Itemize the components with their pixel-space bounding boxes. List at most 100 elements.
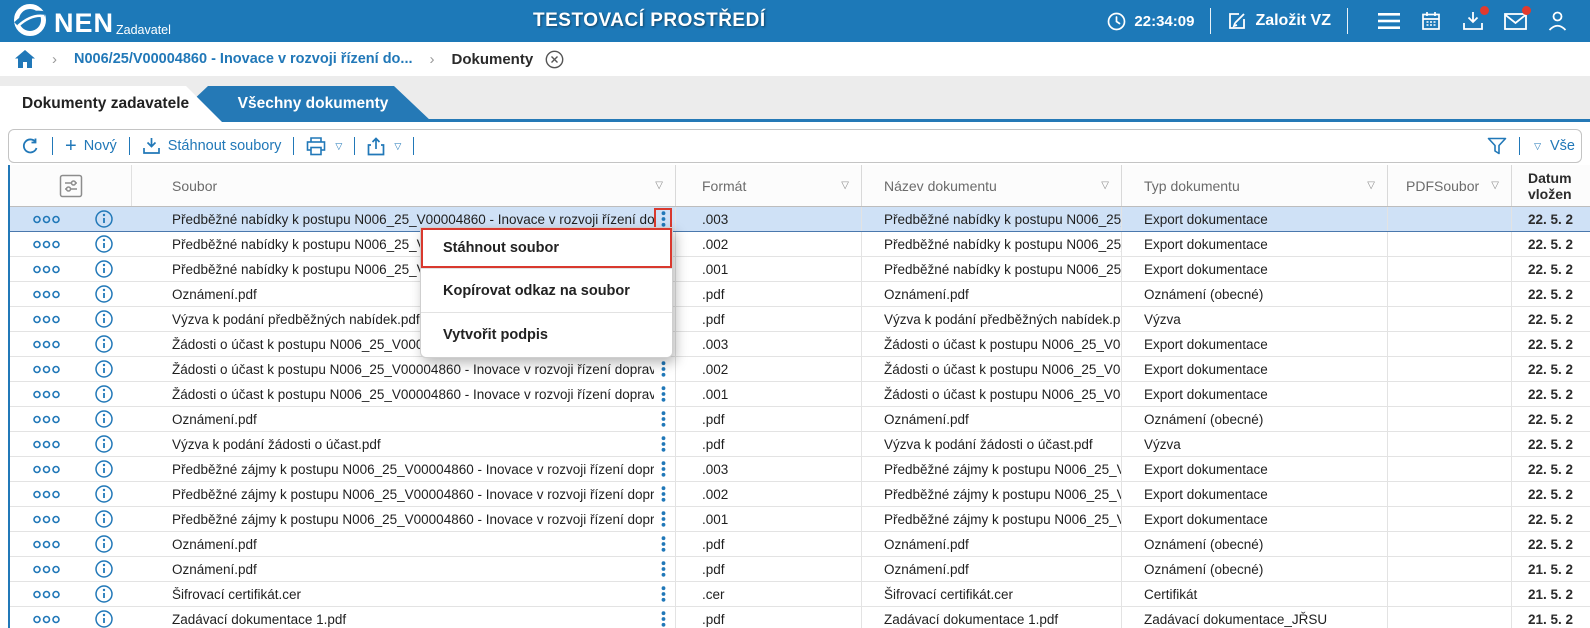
close-breadcrumb-icon[interactable] bbox=[545, 50, 564, 69]
info-icon[interactable] bbox=[95, 210, 113, 228]
info-icon[interactable] bbox=[95, 285, 113, 303]
print-button[interactable]: ▽ bbox=[306, 136, 342, 156]
new-button[interactable]: + Nový bbox=[65, 136, 117, 156]
home-icon[interactable] bbox=[15, 50, 35, 68]
info-icon[interactable] bbox=[95, 360, 113, 378]
create-vz-button[interactable]: Založit VZ bbox=[1227, 11, 1331, 31]
refresh-button[interactable] bbox=[21, 137, 40, 156]
column-filter-icon[interactable]: ▽ bbox=[1491, 180, 1499, 191]
table-row[interactable]: Žádosti o účast k postupu N006_25_V00004… bbox=[10, 357, 1590, 382]
kebab-menu-icon[interactable] bbox=[661, 411, 666, 427]
export-button[interactable]: ▽ bbox=[367, 136, 401, 156]
row-actions-icon[interactable] bbox=[33, 565, 60, 574]
info-icon[interactable] bbox=[95, 585, 113, 603]
column-filter-icon[interactable]: ▽ bbox=[841, 180, 849, 191]
info-icon[interactable] bbox=[95, 385, 113, 403]
downloads-tray-icon[interactable] bbox=[1456, 4, 1490, 38]
kebab-menu-icon[interactable] bbox=[661, 386, 666, 402]
column-header-pdfsoubor[interactable]: PDFSoubor ▽ bbox=[1388, 165, 1512, 206]
row-menu-button[interactable] bbox=[654, 508, 672, 531]
kebab-menu-icon[interactable] bbox=[661, 586, 666, 602]
kebab-menu-icon[interactable] bbox=[661, 211, 666, 227]
row-actions-icon[interactable] bbox=[33, 415, 60, 424]
column-filter-icon[interactable]: ▽ bbox=[655, 180, 663, 191]
table-row[interactable]: Předběžné nabídky k postupu N006_25_V000… bbox=[10, 232, 1590, 257]
info-icon[interactable] bbox=[95, 560, 113, 578]
kebab-menu-icon[interactable] bbox=[661, 361, 666, 377]
row-actions-icon[interactable] bbox=[33, 615, 60, 624]
table-row[interactable]: Zadávací dokumentace 1.pdf .pdf Zadávací d… bbox=[10, 607, 1590, 628]
kebab-menu-icon[interactable] bbox=[661, 611, 666, 627]
row-menu-button[interactable] bbox=[654, 583, 672, 606]
table-row[interactable]: Šifrovací certifikát.cer .cer Šifrovací ce… bbox=[10, 582, 1590, 607]
row-actions-icon[interactable] bbox=[33, 390, 60, 399]
table-row[interactable]: Předběžné zájmy k postupu N006_25_V00004… bbox=[10, 482, 1590, 507]
column-header-typ[interactable]: Typ dokumentu ▽ bbox=[1122, 165, 1388, 206]
table-row[interactable]: Žádosti o účast k postupu N006_25_V00004… bbox=[10, 382, 1590, 407]
column-filter-icon[interactable]: ▽ bbox=[1367, 180, 1375, 191]
kebab-menu-icon[interactable] bbox=[661, 511, 666, 527]
row-actions-icon[interactable] bbox=[33, 365, 60, 374]
info-icon[interactable] bbox=[95, 610, 113, 628]
table-row[interactable]: Žádosti o účast k postupu N006_25_V00004… bbox=[10, 332, 1590, 357]
row-actions-icon[interactable] bbox=[33, 540, 60, 549]
view-selector[interactable]: ▽ Vše bbox=[1532, 138, 1575, 154]
table-row[interactable]: Oznámení.pdf .pdf Oznámení.pdf Oznámení (ob… bbox=[10, 557, 1590, 582]
kebab-menu-icon[interactable] bbox=[661, 436, 666, 452]
row-actions-icon[interactable] bbox=[33, 290, 60, 299]
table-row[interactable]: Předběžné zájmy k postupu N006_25_V00004… bbox=[10, 507, 1590, 532]
row-menu-button[interactable] bbox=[654, 533, 672, 556]
breadcrumb-procedure[interactable]: N006/25/V00004860 - Inovace v rozvoji ří… bbox=[74, 51, 413, 67]
kebab-menu-icon[interactable] bbox=[661, 561, 666, 577]
app-logo[interactable]: NEN Zadavatel bbox=[0, 2, 171, 41]
table-row[interactable]: Předběžné nabídky k postupu N006_25_V000… bbox=[10, 207, 1590, 232]
table-row[interactable]: Oznámení.pdf .pdf Oznámení.pdf Oznámení (ob… bbox=[10, 532, 1590, 557]
row-menu-button[interactable] bbox=[654, 408, 672, 431]
table-row[interactable]: Oznámení.pdf .pdf Oznámení.pdf Oznámení (ob… bbox=[10, 282, 1590, 307]
row-actions-icon[interactable] bbox=[33, 515, 60, 524]
table-row[interactable]: Předběžné zájmy k postupu N006_25_V00004… bbox=[10, 457, 1590, 482]
mail-icon[interactable] bbox=[1498, 4, 1532, 38]
info-icon[interactable] bbox=[95, 485, 113, 503]
row-menu-button[interactable] bbox=[654, 558, 672, 581]
info-icon[interactable] bbox=[95, 235, 113, 253]
row-menu-button[interactable] bbox=[654, 433, 672, 456]
row-actions-icon[interactable] bbox=[33, 490, 60, 499]
kebab-menu-icon[interactable] bbox=[661, 461, 666, 477]
info-icon[interactable] bbox=[95, 335, 113, 353]
filter-button[interactable] bbox=[1487, 137, 1507, 155]
info-icon[interactable] bbox=[95, 410, 113, 428]
info-icon[interactable] bbox=[95, 435, 113, 453]
column-header-datum-vlozeni[interactable]: Datum vložen bbox=[1512, 165, 1590, 206]
table-row[interactable]: Výzva k podání žádosti o účast.pdf .pdf Vý… bbox=[10, 432, 1590, 457]
row-actions-icon[interactable] bbox=[33, 340, 60, 349]
info-icon[interactable] bbox=[95, 535, 113, 553]
user-icon[interactable] bbox=[1540, 4, 1574, 38]
table-row[interactable]: Výzva k podání předběžných nabídek.pdf .p… bbox=[10, 307, 1590, 332]
menu-item-kopirovat-odkaz[interactable]: Kopírovat odkaz na soubor bbox=[421, 269, 672, 313]
row-actions-icon[interactable] bbox=[33, 590, 60, 599]
column-header-format[interactable]: Formát ▽ bbox=[676, 165, 862, 206]
row-menu-button[interactable] bbox=[654, 458, 672, 481]
row-menu-button[interactable] bbox=[654, 383, 672, 406]
menu-hamburger-icon[interactable] bbox=[1372, 4, 1406, 38]
row-actions-icon[interactable] bbox=[33, 440, 60, 449]
calendar-icon[interactable] bbox=[1414, 4, 1448, 38]
column-filter-icon[interactable]: ▽ bbox=[1101, 180, 1109, 191]
row-actions-icon[interactable] bbox=[33, 240, 60, 249]
row-actions-icon[interactable] bbox=[33, 315, 60, 324]
info-icon[interactable] bbox=[95, 510, 113, 528]
row-actions-icon[interactable] bbox=[33, 215, 60, 224]
column-settings-button[interactable] bbox=[10, 165, 132, 206]
info-icon[interactable] bbox=[95, 260, 113, 278]
column-header-nazev[interactable]: Název dokumentu ▽ bbox=[862, 165, 1122, 206]
info-icon[interactable] bbox=[95, 460, 113, 478]
info-icon[interactable] bbox=[95, 310, 113, 328]
row-actions-icon[interactable] bbox=[33, 465, 60, 474]
download-files-button[interactable]: Stáhnout soubory bbox=[142, 137, 281, 155]
column-header-soubor[interactable]: Soubor ▽ bbox=[132, 165, 676, 206]
table-row[interactable]: Předběžné nabídky k postupu N006_25_V000… bbox=[10, 257, 1590, 282]
table-row[interactable]: Oznámení.pdf .pdf Oznámení.pdf Oznámení (ob… bbox=[10, 407, 1590, 432]
row-menu-button[interactable] bbox=[654, 608, 672, 628]
kebab-menu-icon[interactable] bbox=[661, 536, 666, 552]
